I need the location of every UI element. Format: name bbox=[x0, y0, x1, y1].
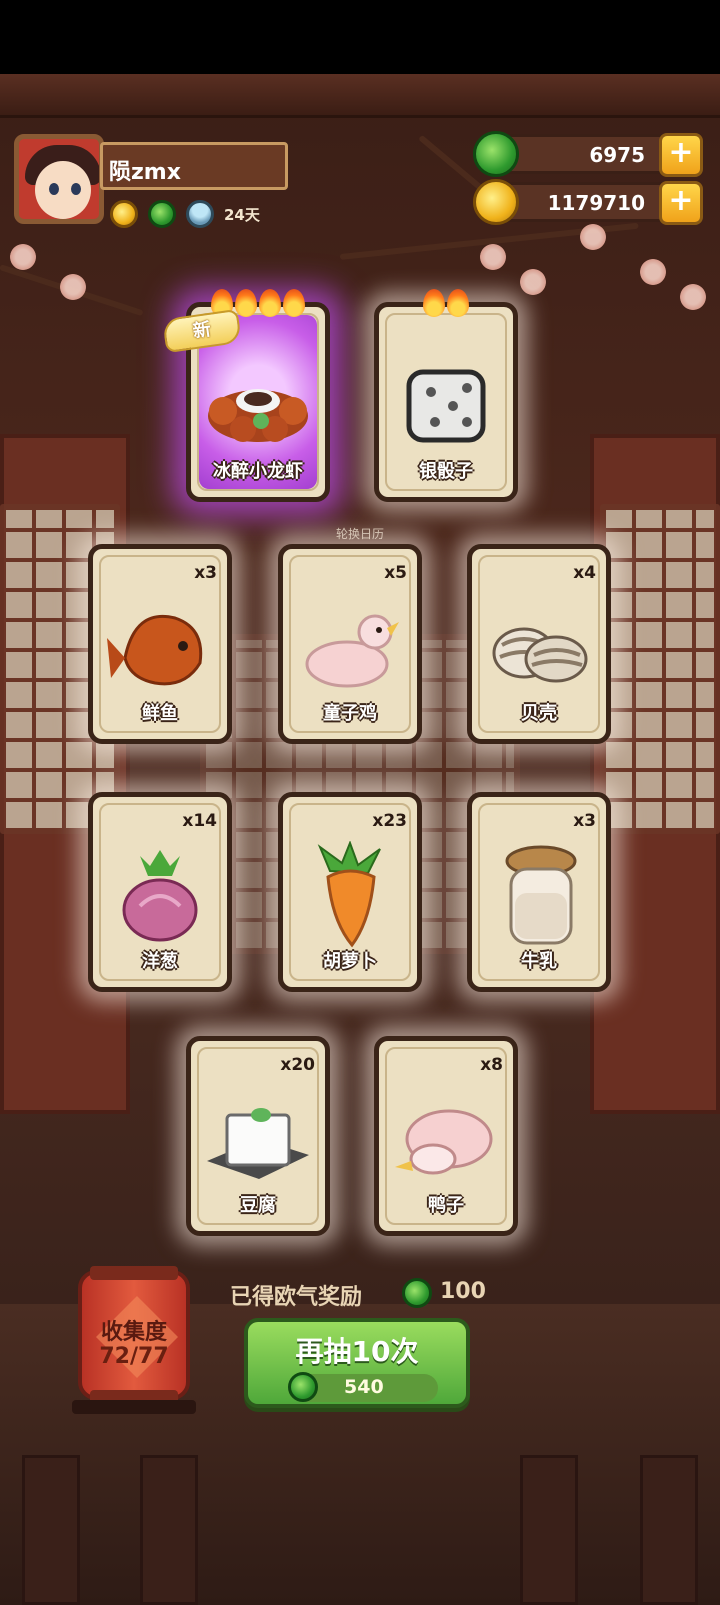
card-name: 牛乳 bbox=[521, 951, 557, 972]
card-name: 胡萝卜 bbox=[323, 951, 377, 972]
bonus-value: 100 bbox=[440, 1279, 486, 1304]
flame-icon bbox=[447, 289, 469, 317]
lantern-stand bbox=[72, 1400, 196, 1414]
gold-currency: 1179710 + bbox=[473, 179, 703, 225]
fish-icon bbox=[107, 614, 203, 686]
blossom bbox=[580, 224, 606, 250]
card-name: 童子鸡 bbox=[323, 703, 377, 724]
flame-icon bbox=[283, 289, 305, 317]
add-jade-button[interactable]: + bbox=[659, 133, 703, 177]
card-count: x14 bbox=[182, 811, 217, 831]
buff-bowl-icon[interactable] bbox=[186, 200, 214, 228]
card-item[interactable]: x3 牛乳 bbox=[467, 792, 611, 992]
flame-icon bbox=[235, 289, 257, 317]
blossom bbox=[640, 259, 666, 285]
card-count: x20 bbox=[280, 1055, 315, 1075]
blossom bbox=[520, 269, 546, 295]
card-item[interactable]: x3 鲜鱼 bbox=[88, 544, 232, 744]
tofu-icon bbox=[207, 1107, 309, 1179]
rarity-flames bbox=[423, 289, 469, 317]
fence-post bbox=[520, 1455, 578, 1605]
flame-icon bbox=[259, 289, 281, 317]
draw-10-button[interactable]: 再抽10次 540 bbox=[244, 1318, 470, 1408]
card-name: 鸭子 bbox=[428, 1195, 464, 1216]
card-item[interactable]: x23 胡萝卜 bbox=[278, 792, 422, 992]
onion-icon bbox=[122, 849, 198, 942]
blossom bbox=[680, 284, 706, 310]
milk-jar-icon bbox=[505, 845, 577, 945]
jade-coin-icon bbox=[288, 1372, 318, 1402]
player-avatar[interactable] bbox=[14, 134, 104, 224]
carrot-icon bbox=[317, 840, 381, 948]
draw-button-label: 再抽10次 bbox=[295, 1335, 419, 1368]
silver-dice-icon bbox=[406, 369, 486, 443]
roof-beam bbox=[0, 74, 720, 118]
fence-post bbox=[640, 1455, 698, 1605]
card-name: 银骰子 bbox=[419, 461, 473, 482]
shell-icon bbox=[492, 627, 588, 683]
add-gold-button[interactable]: + bbox=[659, 181, 703, 225]
blossom bbox=[10, 244, 36, 270]
card-count: x23 bbox=[372, 811, 407, 831]
collection-lantern[interactable]: 收集度 72/77 bbox=[78, 1266, 190, 1404]
card-name: 贝壳 bbox=[521, 703, 557, 724]
card-item[interactable]: x8 鸭子 bbox=[374, 1036, 518, 1236]
card-count: x3 bbox=[573, 811, 596, 831]
gold-coin-icon bbox=[473, 179, 519, 225]
jade-coin-icon bbox=[402, 1278, 432, 1308]
bonus-label: 已得欧气奖励 bbox=[230, 1285, 363, 1310]
crayfish-dish-icon bbox=[208, 388, 308, 442]
draw-cost: 540 bbox=[344, 1376, 384, 1398]
buff-gold-icon[interactable] bbox=[110, 200, 138, 228]
card-name: 洋葱 bbox=[142, 951, 178, 972]
duck-icon bbox=[395, 1109, 493, 1175]
login-days: 24天 bbox=[224, 205, 260, 224]
card-count: x4 bbox=[573, 563, 596, 583]
card-count: x8 bbox=[480, 1055, 503, 1075]
card-item[interactable]: x14 洋葱 bbox=[88, 792, 232, 992]
card-item[interactable]: x20 豆腐 bbox=[186, 1036, 330, 1236]
fence-post bbox=[140, 1455, 198, 1605]
card-item[interactable]: x4 贝壳 bbox=[467, 544, 611, 744]
card-name: 鲜鱼 bbox=[142, 703, 178, 724]
blossom bbox=[60, 274, 86, 300]
player-name: 陨zmx bbox=[100, 142, 288, 190]
card-name: 豆腐 bbox=[240, 1195, 276, 1216]
jade-amount: 6975 bbox=[589, 143, 645, 167]
gold-amount: 1179710 bbox=[547, 191, 645, 215]
card-name: 冰醉小龙虾 bbox=[213, 461, 303, 482]
jade-currency: 6975 + bbox=[473, 131, 703, 177]
jade-coin-icon bbox=[473, 131, 519, 177]
flame-icon bbox=[423, 289, 445, 317]
chicken-icon bbox=[305, 614, 399, 688]
blossom bbox=[480, 244, 506, 270]
right-window bbox=[600, 504, 720, 834]
card-item[interactable]: x5 童子鸡 bbox=[278, 544, 422, 744]
rotation-calendar-label: 轮换日历 bbox=[335, 527, 384, 541]
card-count: x5 bbox=[384, 563, 407, 583]
fence-post bbox=[22, 1455, 80, 1605]
card-count: x3 bbox=[194, 563, 217, 583]
status-icons: 24天 bbox=[110, 200, 260, 228]
collection-progress: 72/77 bbox=[99, 1344, 169, 1369]
buff-jade-icon[interactable] bbox=[148, 200, 176, 228]
collection-label: 收集度 bbox=[100, 1320, 167, 1345]
card-rare[interactable]: 银骰子 bbox=[374, 289, 518, 502]
